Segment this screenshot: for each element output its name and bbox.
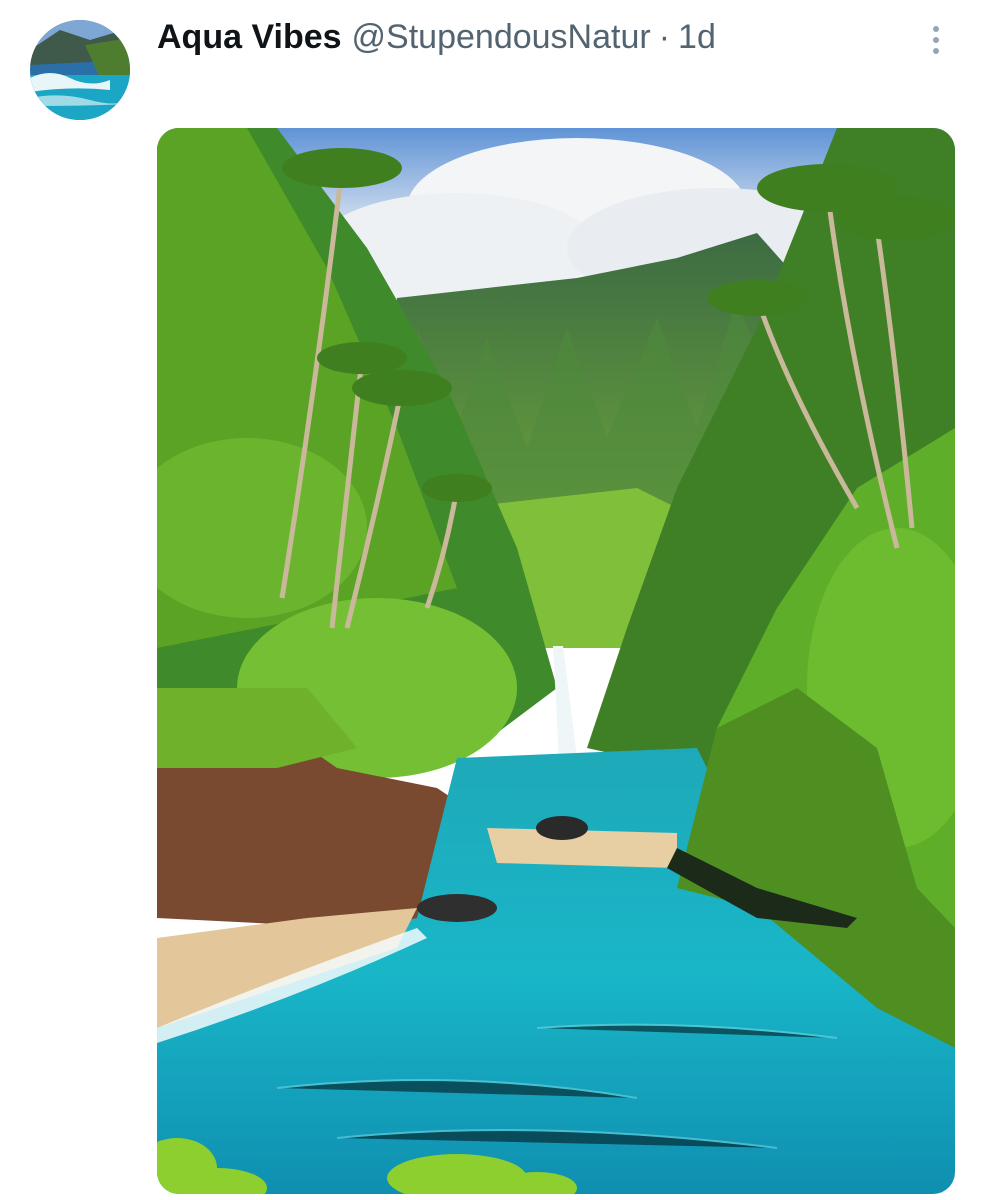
separator-dot: · [658, 17, 671, 56]
post-header: Aqua Vibes @StupendousNatur · 1d [157, 14, 716, 60]
more-options-button[interactable] [918, 20, 954, 60]
post-timestamp[interactable]: 1d [678, 18, 716, 57]
tropical-cove-photo-icon [157, 128, 955, 1194]
author-display-name[interactable]: Aqua Vibes [157, 18, 342, 57]
post-media-image[interactable] [157, 128, 955, 1194]
author-avatar[interactable] [30, 20, 130, 120]
author-handle[interactable]: @StupendousNatur [352, 18, 651, 57]
ocean-waves-avatar-icon [30, 20, 130, 120]
more-vertical-icon [933, 26, 939, 32]
